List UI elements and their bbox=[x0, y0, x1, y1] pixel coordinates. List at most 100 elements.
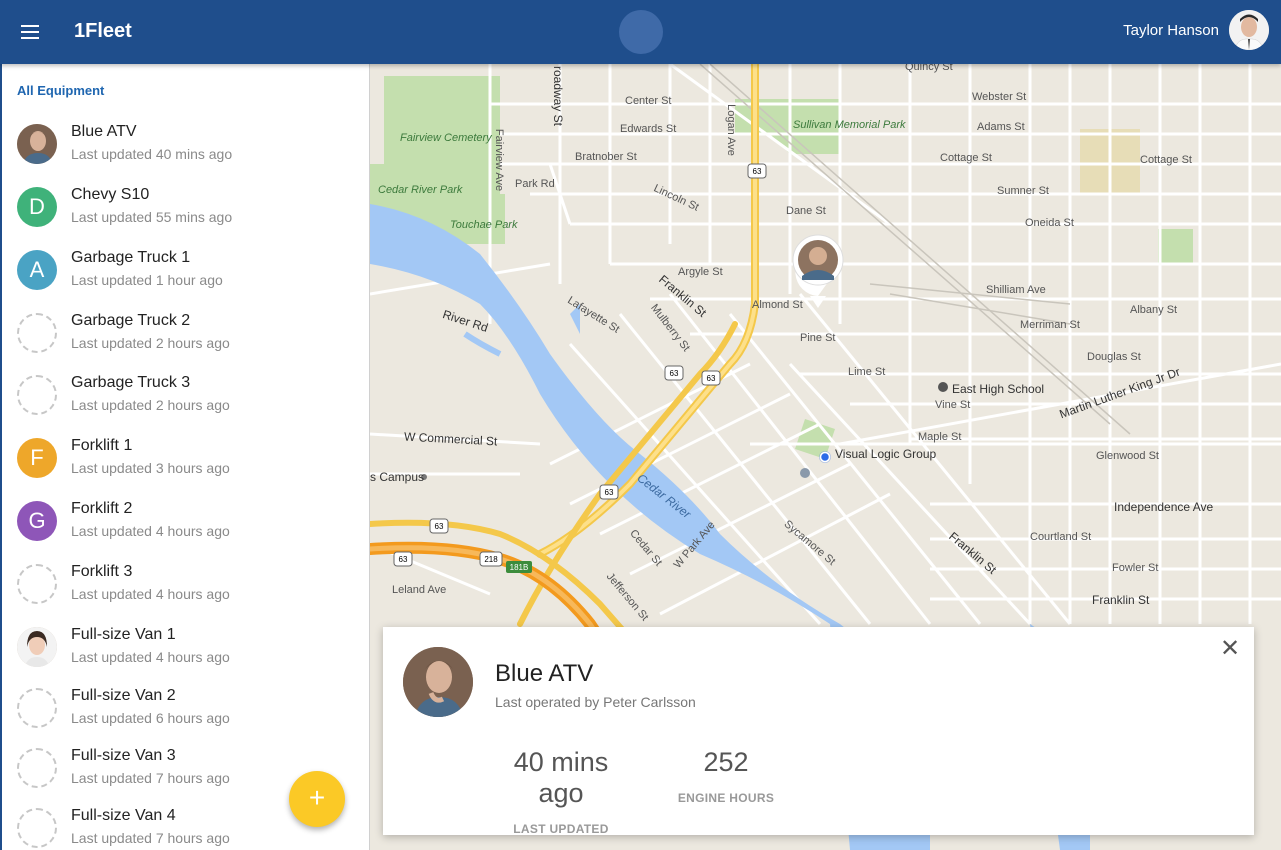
loading-indicator bbox=[619, 10, 663, 54]
equipment-list-item[interactable]: F Forklift 1 Last updated 3 hours ago bbox=[2, 433, 369, 493]
equipment-list-item[interactable]: Blue ATV Last updated 40 mins ago bbox=[2, 119, 369, 179]
equipment-name: Garbage Truck 1 bbox=[71, 249, 191, 266]
app-title: 1Fleet bbox=[74, 20, 132, 42]
map-label: Leland Ave bbox=[392, 584, 447, 596]
equipment-updated: Last updated 55 mins ago bbox=[71, 209, 233, 225]
menu-icon[interactable] bbox=[14, 17, 46, 47]
equipment-name: Garbage Truck 3 bbox=[71, 374, 191, 391]
map-label: Merriman St bbox=[1020, 319, 1080, 331]
map-label: Douglas St bbox=[1087, 351, 1141, 363]
svg-text:218: 218 bbox=[484, 555, 498, 564]
stat-label: LAST UPDATED bbox=[513, 822, 609, 836]
map-label: Bratnober St bbox=[575, 151, 637, 163]
card-title: Blue ATV bbox=[495, 660, 594, 687]
equipment-list-item[interactable]: A Garbage Truck 1 Last updated 1 hour ago bbox=[2, 245, 369, 305]
map-label: Edwards St bbox=[620, 123, 677, 135]
equipment-avatar bbox=[17, 313, 57, 353]
equipment-avatar bbox=[17, 748, 57, 788]
equipment-updated: Last updated 4 hours ago bbox=[71, 586, 230, 602]
map-label: roadway St bbox=[551, 65, 566, 127]
equipment-list-item[interactable]: Garbage Truck 2 Last updated 2 hours ago bbox=[2, 308, 369, 368]
equipment-avatar: A bbox=[17, 250, 57, 290]
equipment-updated: Last updated 7 hours ago bbox=[71, 830, 230, 846]
svg-text:63: 63 bbox=[435, 522, 444, 531]
equipment-list-item[interactable]: G Forklift 2 Last updated 4 hours ago bbox=[2, 496, 369, 556]
sidebar-title[interactable]: All Equipment bbox=[17, 83, 104, 98]
map-label: Sullivan Memorial Park bbox=[793, 119, 906, 131]
map-label: Courtland St bbox=[1030, 531, 1092, 543]
map-label: s Campus bbox=[370, 470, 425, 484]
equipment-updated: Last updated 3 hours ago bbox=[71, 460, 230, 476]
map-label: Albany St bbox=[1130, 304, 1178, 316]
map-label: Shilliam Ave bbox=[986, 284, 1046, 296]
stat-value: 252 bbox=[703, 747, 749, 777]
map-label: Vine St bbox=[935, 399, 971, 411]
equipment-updated: Last updated 1 hour ago bbox=[71, 272, 223, 288]
add-equipment-button[interactable]: + bbox=[289, 771, 345, 827]
equipment-avatar bbox=[17, 124, 57, 164]
equipment-updated: Last updated 4 hours ago bbox=[71, 649, 230, 665]
card-subtitle: Last operated by Peter Carlsson bbox=[495, 694, 696, 710]
map-label: East High School bbox=[952, 382, 1045, 396]
svg-text:63: 63 bbox=[670, 369, 679, 378]
map-label: Adams St bbox=[977, 121, 1025, 133]
equipment-avatar bbox=[17, 564, 57, 604]
map-label: Independence Ave bbox=[1114, 500, 1214, 514]
equipment-list-item[interactable]: Full-size Van 1 Last updated 4 hours ago bbox=[2, 622, 369, 682]
svg-text:181B: 181B bbox=[510, 563, 529, 572]
map-label: Park Rd bbox=[515, 178, 555, 190]
map-label: Fairview Ave bbox=[493, 128, 506, 192]
map-label: Almond St bbox=[752, 299, 803, 311]
equipment-name: Full-size Van 2 bbox=[71, 687, 176, 704]
map-label: Visual Logic Group bbox=[835, 447, 937, 461]
map-label: Argyle St bbox=[678, 266, 723, 278]
equipment-list-item[interactable]: Garbage Truck 3 Last updated 2 hours ago bbox=[2, 370, 369, 430]
svg-text:63: 63 bbox=[707, 374, 716, 383]
equipment-detail-card: Blue ATV Last operated by Peter Carlsson… bbox=[383, 627, 1254, 836]
equipment-name: Forklift 2 bbox=[71, 500, 133, 517]
map-label: Sumner St bbox=[997, 185, 1049, 197]
app-header: 1Fleet Taylor Hanson bbox=[0, 0, 1281, 64]
user-avatar[interactable] bbox=[1229, 10, 1269, 50]
equipment-list-item[interactable]: D Chevy S10 Last updated 55 mins ago bbox=[2, 182, 369, 242]
map-label: Maple St bbox=[918, 431, 962, 443]
equipment-name: Full-size Van 1 bbox=[71, 626, 176, 643]
equipment-name: Forklift 1 bbox=[71, 437, 133, 454]
map-label: Lime St bbox=[848, 366, 886, 378]
equipment-name: Chevy S10 bbox=[71, 186, 150, 203]
equipment-list-item[interactable]: Forklift 3 Last updated 4 hours ago bbox=[2, 559, 369, 619]
svg-text:63: 63 bbox=[399, 555, 408, 564]
map-label: Glenwood St bbox=[1096, 450, 1159, 462]
user-name[interactable]: Taylor Hanson bbox=[1123, 22, 1219, 39]
stat-label: ENGINE HOURS bbox=[677, 791, 775, 805]
equipment-name: Garbage Truck 2 bbox=[71, 312, 191, 329]
map-label: Dane St bbox=[786, 205, 826, 217]
map-label: Cottage St bbox=[940, 152, 992, 164]
map-label: Center St bbox=[625, 95, 672, 107]
map-label: Quincy St bbox=[905, 64, 953, 73]
equipment-avatar: F bbox=[17, 438, 57, 478]
map-label: Pine St bbox=[800, 332, 836, 344]
equipment-name: Full-size Van 3 bbox=[71, 747, 176, 764]
operator-avatar bbox=[403, 647, 473, 717]
equipment-updated: Last updated 2 hours ago bbox=[71, 335, 230, 351]
stat-last-updated: 40 mins ago LAST UPDATED bbox=[493, 747, 629, 836]
stat-value: 40 mins ago bbox=[513, 747, 609, 808]
map-label: Cedar River Park bbox=[378, 184, 463, 196]
equipment-avatar: G bbox=[17, 501, 57, 541]
equipment-updated: Last updated 40 mins ago bbox=[71, 146, 233, 162]
svg-text:63: 63 bbox=[605, 488, 614, 497]
svg-text:63: 63 bbox=[753, 167, 762, 176]
map-label: Fowler St bbox=[1112, 562, 1159, 574]
map-label: Franklin St bbox=[1092, 593, 1150, 607]
equipment-avatar bbox=[17, 688, 57, 728]
equipment-name: Blue ATV bbox=[71, 123, 137, 140]
equipment-sidebar: All Equipment Blue ATV Last updated 40 mi… bbox=[0, 64, 370, 850]
equipment-name: Forklift 3 bbox=[71, 563, 133, 580]
map-label: Logan Ave bbox=[724, 104, 737, 156]
map-label: Fairview Cemetery bbox=[400, 132, 492, 144]
close-icon[interactable]: ✕ bbox=[1218, 637, 1242, 661]
equipment-list-item[interactable]: Full-size Van 2 Last updated 6 hours ago bbox=[2, 683, 369, 743]
equipment-updated: Last updated 7 hours ago bbox=[71, 770, 230, 786]
equipment-avatar bbox=[17, 808, 57, 848]
